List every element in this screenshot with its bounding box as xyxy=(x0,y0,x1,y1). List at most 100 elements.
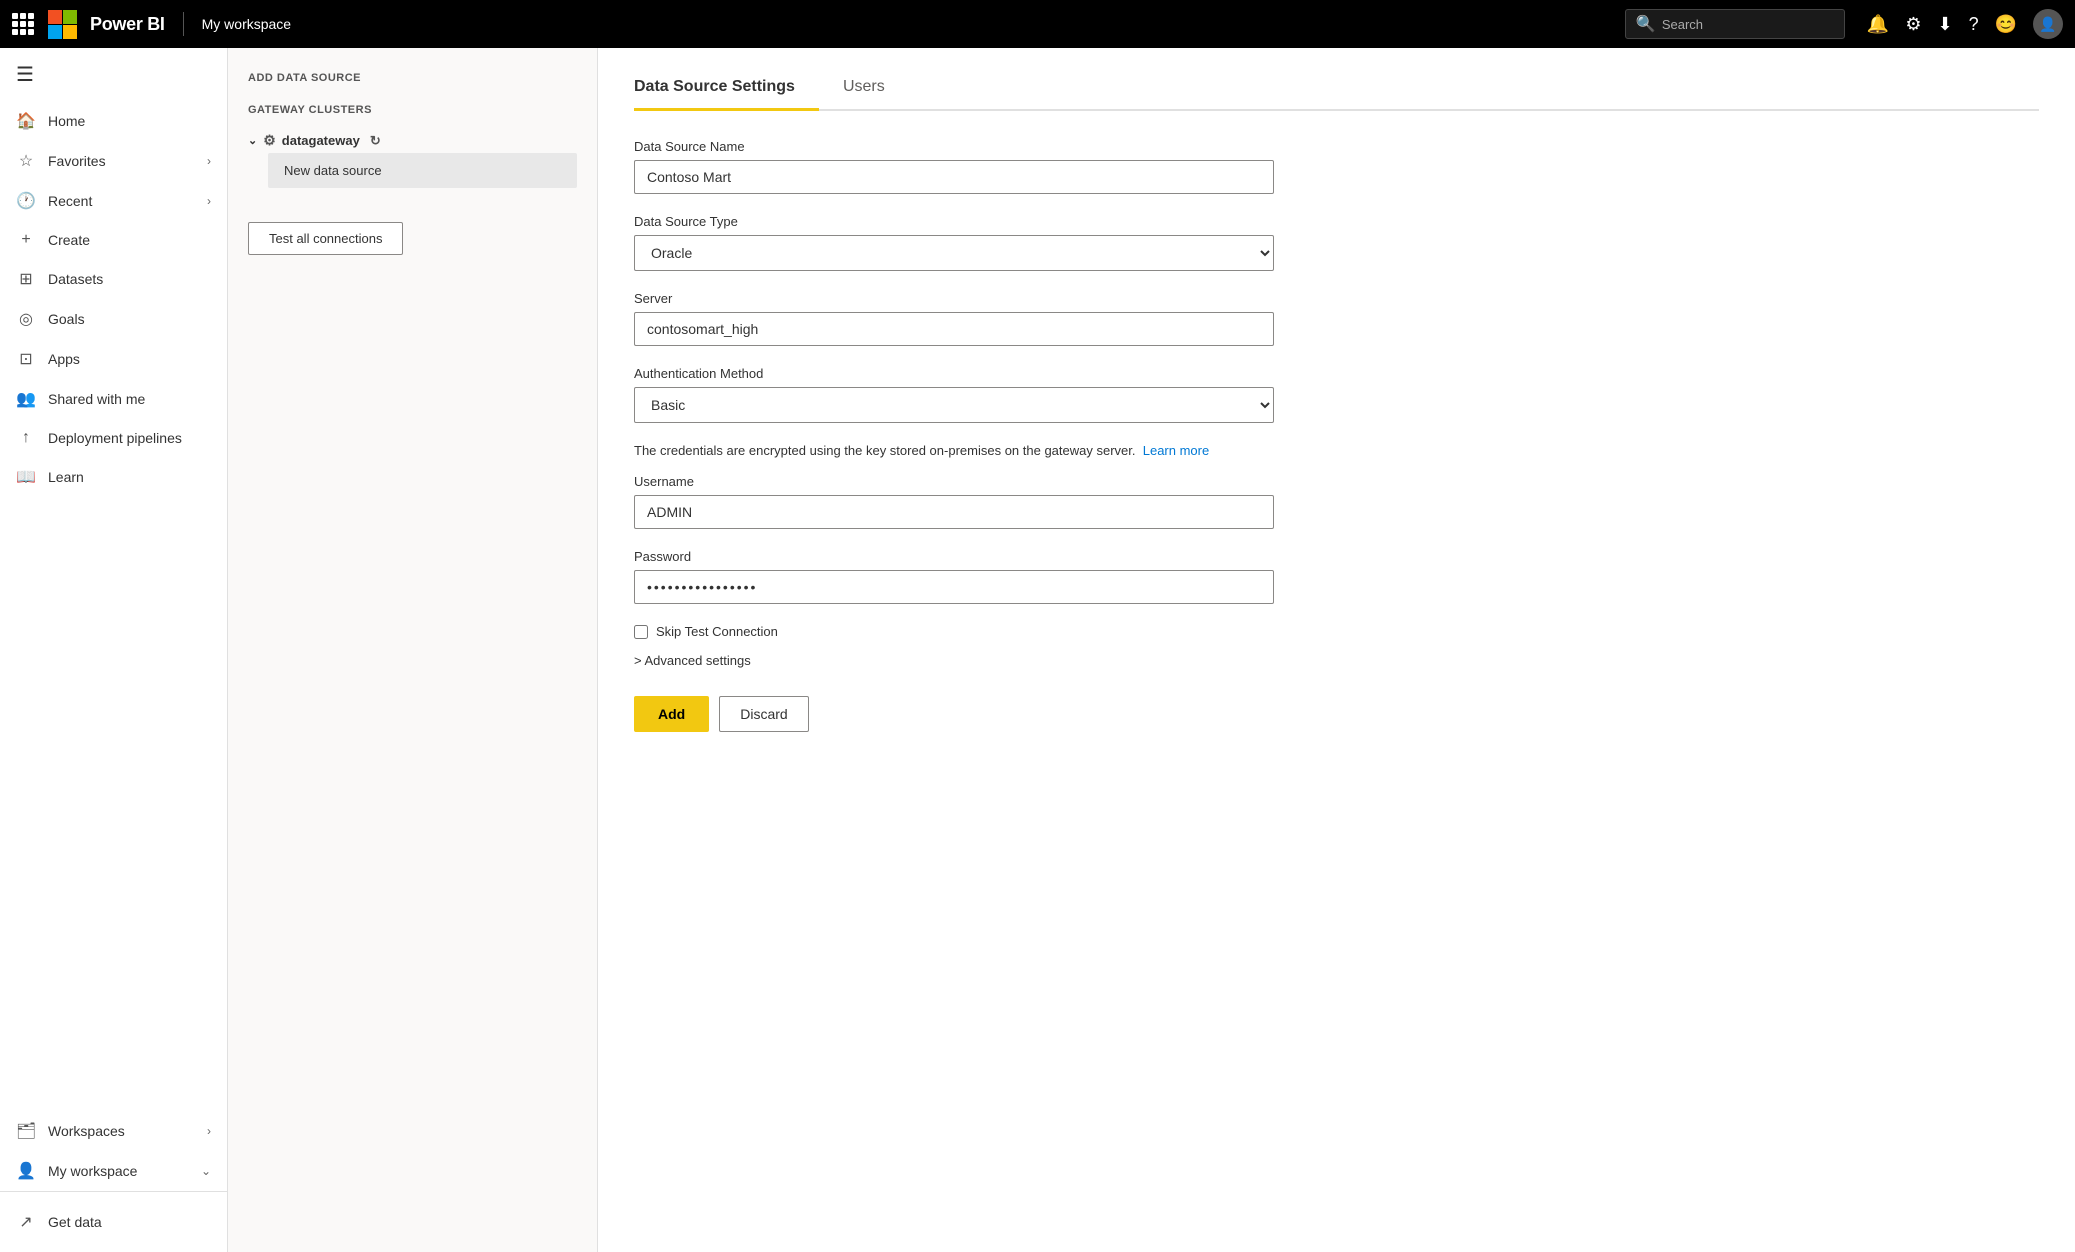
sidebar-label-shared: Shared with me xyxy=(48,391,145,407)
skip-test-label[interactable]: Skip Test Connection xyxy=(656,624,778,639)
gateway-refresh-icon[interactable]: ↻ xyxy=(370,133,381,149)
server-input[interactable] xyxy=(634,312,1274,346)
gateway-section: GATEWAY CLUSTERS ⌄ ⚙ datagateway ↻ New d… xyxy=(248,104,577,188)
getdata-icon: ↗ xyxy=(16,1212,36,1232)
sidebar-item-create[interactable]: + Create xyxy=(0,221,227,259)
deployment-icon: ↑ xyxy=(16,429,36,447)
gateway-icon: ⚙ xyxy=(263,132,276,149)
search-icon: 🔍 xyxy=(1636,14,1656,34)
credentials-note: The credentials are encrypted using the … xyxy=(634,443,1274,458)
chevron-right-workspaces-icon: › xyxy=(207,1124,211,1138)
sidebar-label-datasets: Datasets xyxy=(48,271,103,287)
topnav-icons: 🔔 ⚙ ⬇ ? 😊 👤 xyxy=(1867,9,2063,39)
new-datasource-item[interactable]: New data source xyxy=(268,153,577,188)
download-icon[interactable]: ⬇ xyxy=(1937,14,1952,35)
myworkspace-icon: 👤 xyxy=(16,1161,36,1181)
workspaces-icon: 🗂 xyxy=(16,1121,36,1141)
chevron-down-myworkspace-icon: ⌄ xyxy=(201,1164,211,1178)
datasource-name-label: Data Source Name xyxy=(634,139,2039,154)
sidebar-item-favorites[interactable]: ☆ Favorites › xyxy=(0,141,227,181)
chevron-right-icon: › xyxy=(207,154,211,168)
recent-icon: 🕐 xyxy=(16,191,36,211)
sidebar-item-deployment[interactable]: ↑ Deployment pipelines xyxy=(0,419,227,457)
help-icon[interactable]: ? xyxy=(1969,14,1979,35)
search-input[interactable] xyxy=(1662,17,1834,32)
nav-divider xyxy=(183,12,184,36)
datasource-type-label: Data Source Type xyxy=(634,214,2039,229)
gateway-header[interactable]: ⌄ ⚙ datagateway ↻ xyxy=(248,132,577,149)
learn-more-link[interactable]: Learn more xyxy=(1143,443,1209,458)
password-label: Password xyxy=(634,549,2039,564)
sidebar-label-workspaces: Workspaces xyxy=(48,1123,125,1139)
avatar-icon: 👤 xyxy=(2039,16,2056,33)
sidebar-item-learn[interactable]: 📖 Learn xyxy=(0,457,227,497)
auth-method-group: Authentication Method Basic OAuth2 Windo… xyxy=(634,366,2039,423)
discard-button[interactable]: Discard xyxy=(719,696,808,732)
sidebar-item-goals[interactable]: ◎ Goals xyxy=(0,299,227,339)
sidebar-label-favorites: Favorites xyxy=(48,153,106,169)
gateway-clusters-label: GATEWAY CLUSTERS xyxy=(248,104,577,116)
sidebar-label-home: Home xyxy=(48,113,85,129)
home-icon: 🏠 xyxy=(16,111,36,131)
datasource-name-input[interactable] xyxy=(634,160,1274,194)
apps-icon: ⊡ xyxy=(16,349,36,369)
username-group: Username xyxy=(634,474,2039,529)
sidebar-item-datasets[interactable]: ⊞ Datasets xyxy=(0,259,227,299)
password-input[interactable] xyxy=(634,570,1274,604)
sidebar-label-create: Create xyxy=(48,232,90,248)
sidebar-item-recent[interactable]: 🕐 Recent › xyxy=(0,181,227,221)
goals-icon: ◎ xyxy=(16,309,36,329)
tab-data-source-settings[interactable]: Data Source Settings xyxy=(634,68,819,111)
auth-method-select[interactable]: Basic OAuth2 Windows xyxy=(634,387,1274,423)
search-box[interactable]: 🔍 xyxy=(1625,9,1845,39)
add-datasource-label: ADD DATA SOURCE xyxy=(248,72,577,84)
settings-icon[interactable]: ⚙ xyxy=(1905,14,1921,35)
datasource-name-group: Data Source Name xyxy=(634,139,2039,194)
test-all-connections-button[interactable]: Test all connections xyxy=(248,222,403,255)
sidebar-label-apps: Apps xyxy=(48,351,80,367)
action-buttons: Add Discard xyxy=(634,696,2039,732)
sidebar-label-learn: Learn xyxy=(48,469,84,485)
sidebar-label-goals: Goals xyxy=(48,311,85,327)
feedback-icon[interactable]: 😊 xyxy=(1995,14,2017,35)
skip-test-group: Skip Test Connection xyxy=(634,624,2039,639)
sidebar-label-deployment: Deployment pipelines xyxy=(48,430,182,446)
waffle-menu[interactable] xyxy=(12,13,34,35)
skip-test-checkbox[interactable] xyxy=(634,625,648,639)
shared-icon: 👥 xyxy=(16,389,36,409)
sidebar-label-myworkspace: My workspace xyxy=(48,1163,137,1179)
add-button[interactable]: Add xyxy=(634,696,709,732)
sidebar-item-home[interactable]: 🏠 Home xyxy=(0,101,227,141)
workspace-name: My workspace xyxy=(202,16,291,32)
password-group: Password xyxy=(634,549,2039,604)
learn-icon: 📖 xyxy=(16,467,36,487)
sidebar-item-workspaces[interactable]: 🗂 Workspaces › xyxy=(0,1111,227,1151)
favorites-icon: ☆ xyxy=(16,151,36,171)
avatar[interactable]: 👤 xyxy=(2033,9,2063,39)
microsoft-logo xyxy=(48,10,76,38)
datasource-type-group: Data Source Type Oracle SQL Server MySQL xyxy=(634,214,2039,271)
username-input[interactable] xyxy=(634,495,1274,529)
datasource-type-select[interactable]: Oracle SQL Server MySQL xyxy=(634,235,1274,271)
sidebar-item-apps[interactable]: ⊡ Apps xyxy=(0,339,227,379)
chevron-down-gateway-icon: ⌄ xyxy=(248,134,257,147)
sidebar-label-recent: Recent xyxy=(48,193,92,209)
username-label: Username xyxy=(634,474,2039,489)
left-panel: ADD DATA SOURCE GATEWAY CLUSTERS ⌄ ⚙ dat… xyxy=(228,48,598,1252)
sidebar-item-getdata[interactable]: ↗ Get data xyxy=(0,1202,227,1242)
sidebar-label-getdata: Get data xyxy=(48,1214,102,1230)
right-panel: Data Source Settings Users Data Source N… xyxy=(598,48,2075,1252)
tab-users[interactable]: Users xyxy=(819,68,909,111)
content-area: ADD DATA SOURCE GATEWAY CLUSTERS ⌄ ⚙ dat… xyxy=(228,48,2075,1252)
sidebar-item-myworkspace[interactable]: 👤 My workspace ⌄ xyxy=(0,1151,227,1191)
create-icon: + xyxy=(16,231,36,249)
tabs: Data Source Settings Users xyxy=(634,68,2039,111)
sidebar-item-shared[interactable]: 👥 Shared with me xyxy=(0,379,227,419)
datasets-icon: ⊞ xyxy=(16,269,36,289)
topnav: Power BI My workspace 🔍 🔔 ⚙ ⬇ ? 😊 👤 xyxy=(0,0,2075,48)
notification-icon[interactable]: 🔔 xyxy=(1867,14,1889,35)
advanced-settings-link[interactable]: > Advanced settings xyxy=(634,653,2039,668)
chevron-right-icon: › xyxy=(207,194,211,208)
server-label: Server xyxy=(634,291,2039,306)
sidebar-toggle[interactable]: ☰ xyxy=(0,48,227,101)
